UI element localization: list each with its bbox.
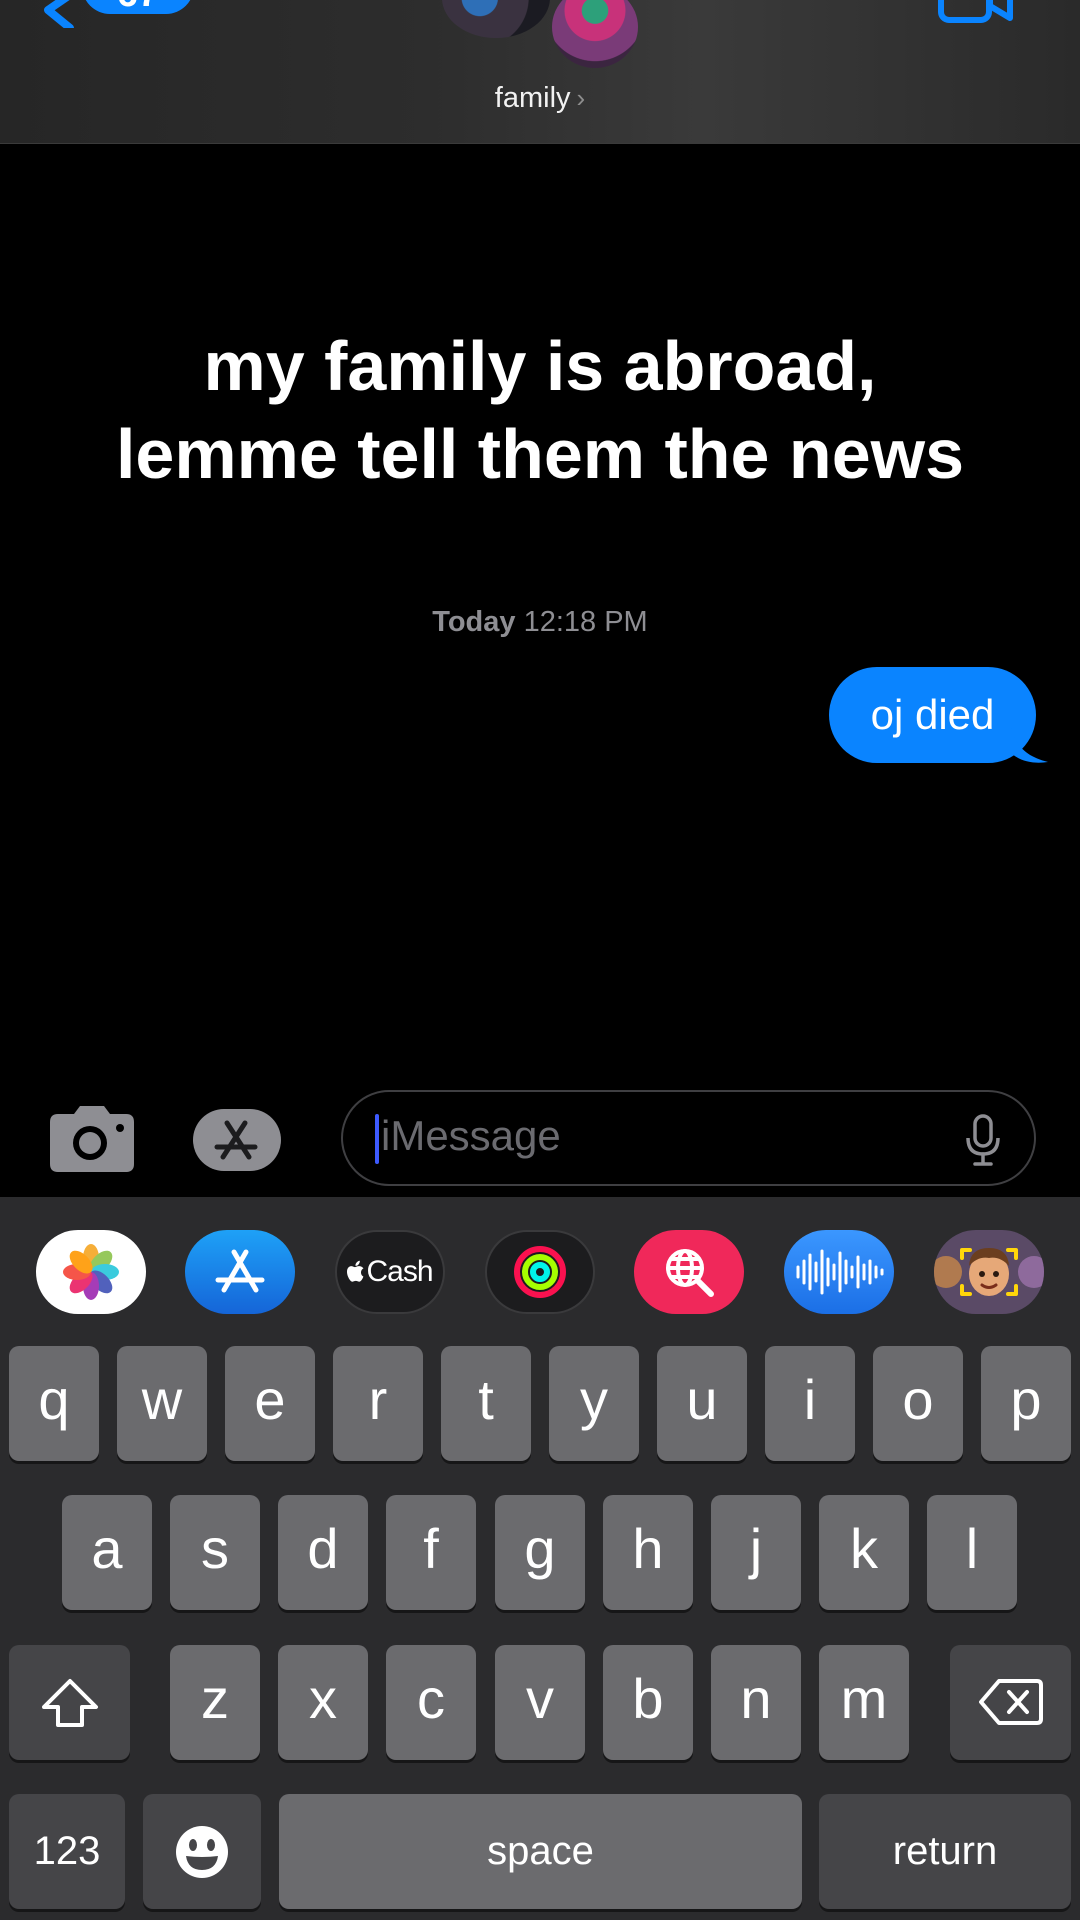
- app-store-app-button[interactable]: [185, 1230, 295, 1314]
- photos-app-button[interactable]: [36, 1230, 146, 1314]
- space-key[interactable]: space: [279, 1794, 802, 1909]
- memoji-app-button[interactable]: [934, 1230, 1044, 1314]
- key-m[interactable]: m: [819, 1645, 909, 1760]
- apple-logo-icon: [347, 1260, 364, 1282]
- fitness-app-button[interactable]: [485, 1230, 595, 1314]
- key-y[interactable]: y: [549, 1346, 639, 1461]
- key-c[interactable]: c: [386, 1645, 476, 1760]
- key-j[interactable]: j: [711, 1495, 801, 1610]
- shift-key[interactable]: [9, 1645, 130, 1760]
- cash-app-label: Cash: [366, 1255, 433, 1288]
- key-q[interactable]: q: [9, 1346, 99, 1461]
- key-s[interactable]: s: [170, 1495, 260, 1610]
- shift-arrow-icon: [41, 1679, 98, 1727]
- key-a[interactable]: a: [62, 1495, 152, 1610]
- globe-search-icon: [666, 1249, 714, 1297]
- emoji-face-icon: [176, 1826, 228, 1878]
- key-v[interactable]: v: [495, 1645, 585, 1760]
- return-key[interactable]: return: [819, 1794, 1071, 1909]
- group-name-label: family: [494, 82, 571, 114]
- audio-message-app-button[interactable]: [784, 1230, 894, 1314]
- app-store-icon[interactable]: [193, 1109, 295, 1171]
- text-cursor: [375, 1114, 379, 1164]
- key-o[interactable]: o: [873, 1346, 963, 1461]
- bubble-tail: [1010, 722, 1048, 763]
- conversation-header: 67 family›: [0, 0, 1080, 144]
- timestamp-day: Today: [432, 606, 516, 638]
- key-d[interactable]: d: [278, 1495, 368, 1610]
- key-r[interactable]: r: [333, 1346, 423, 1461]
- key-l[interactable]: l: [927, 1495, 1017, 1610]
- key-z[interactable]: z: [170, 1645, 260, 1760]
- memoji-icon: [934, 1248, 1044, 1296]
- emoji-key[interactable]: [143, 1794, 261, 1909]
- chevron-right-icon: ›: [576, 83, 586, 113]
- key-w[interactable]: w: [117, 1346, 207, 1461]
- group-avatar-1[interactable]: [442, 0, 550, 38]
- cash-app-button[interactable]: Cash: [335, 1230, 445, 1314]
- key-h[interactable]: h: [603, 1495, 693, 1610]
- photos-icon: [63, 1244, 119, 1300]
- chevron-left-icon: [44, 0, 74, 28]
- key-e[interactable]: e: [225, 1346, 315, 1461]
- waveform-icon: [796, 1249, 884, 1295]
- key-f[interactable]: f: [386, 1495, 476, 1610]
- imessage-placeholder: iMessage: [381, 1112, 561, 1159]
- group-name-button[interactable]: family ›: [0, 82, 1080, 115]
- key-b[interactable]: b: [603, 1645, 693, 1760]
- sent-message-bubble[interactable]: oj died: [829, 667, 1036, 763]
- video-caption-overlay: my family is abroad, lemme tell them the…: [0, 322, 1080, 498]
- camera-icon[interactable]: [50, 1106, 134, 1172]
- delete-key[interactable]: [950, 1645, 1071, 1760]
- key-p[interactable]: p: [981, 1346, 1071, 1461]
- key-x[interactable]: x: [278, 1645, 368, 1760]
- key-u[interactable]: u: [657, 1346, 747, 1461]
- group-avatar-2[interactable]: [552, 0, 638, 68]
- timestamp-time: 12:18 PM: [523, 606, 648, 638]
- message-timestamp: Today 12:18 PM: [0, 606, 1080, 639]
- key-t[interactable]: t: [441, 1346, 531, 1461]
- unread-count-badge: 67: [82, 0, 194, 15]
- numbers-key[interactable]: 123: [9, 1794, 125, 1909]
- images-search-app-button[interactable]: [634, 1230, 744, 1314]
- app-store-app-icon: [215, 1249, 265, 1293]
- caption-line-2: lemme tell them the news: [115, 415, 965, 493]
- imessage-input[interactable]: iMessage: [341, 1090, 1036, 1186]
- microphone-icon[interactable]: [965, 1114, 1001, 1166]
- imessage-app-drawer: Cash: [0, 1230, 1080, 1314]
- key-n[interactable]: n: [711, 1645, 801, 1760]
- caption-line-1: my family is abroad,: [203, 327, 877, 405]
- facetime-video-icon[interactable]: [938, 0, 1014, 24]
- key-g[interactable]: g: [495, 1495, 585, 1610]
- key-i[interactable]: i: [765, 1346, 855, 1461]
- activity-rings-icon: [514, 1246, 566, 1298]
- backspace-icon: [978, 1679, 1043, 1725]
- key-k[interactable]: k: [819, 1495, 909, 1610]
